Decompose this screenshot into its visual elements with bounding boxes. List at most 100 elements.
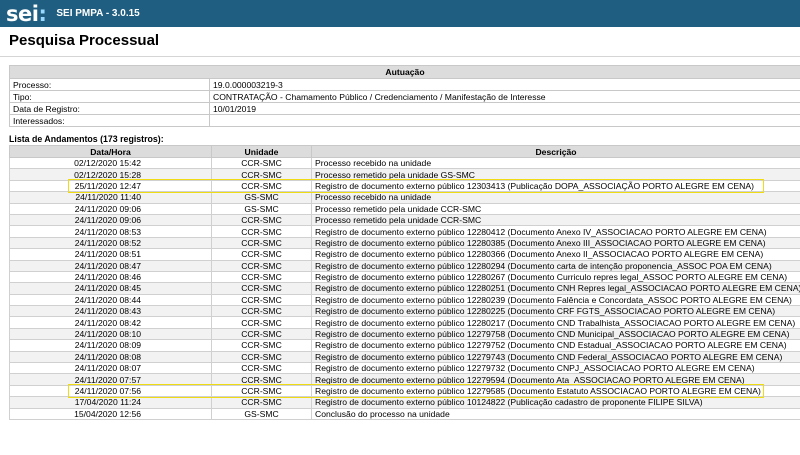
row-description[interactable]: Processo recebido na unidade	[311, 156, 800, 170]
page-title: Pesquisa Processual	[9, 32, 160, 49]
row-unit: CCR-SMC	[211, 293, 312, 307]
row-description[interactable]: Processo remetido pela unidade CCR-SMC	[311, 202, 800, 215]
row-datetime: 17/04/2020 11:24	[9, 396, 212, 409]
system-version: SEI PMPA - 3.0.15	[56, 8, 140, 19]
row-datetime: 24/11/2020 08:51	[9, 248, 212, 261]
column-header-datetime[interactable]: Data/Hora	[9, 145, 212, 158]
autuacao-value: CONTRATAÇÃO - Chamamento Público / Crede…	[209, 90, 800, 103]
row-unit: CCR-SMC	[211, 179, 312, 193]
row-description[interactable]: Conclusão do processo na unidade	[311, 407, 800, 421]
row-description[interactable]: Registro de documento externo público 12…	[311, 282, 800, 295]
row-description[interactable]: Registro de documento externo público 12…	[311, 179, 800, 193]
row-description[interactable]: Registro de documento externo público 12…	[311, 305, 800, 318]
row-unit: GS-SMC	[211, 202, 312, 215]
column-header-unit[interactable]: Unidade	[211, 145, 312, 158]
row-unit: CCR-SMC	[211, 236, 312, 250]
row-unit: CCR-SMC	[211, 270, 312, 284]
row-unit: CCR-SMC	[211, 316, 312, 329]
row-datetime: 25/11/2020 12:47	[9, 179, 212, 193]
row-description[interactable]: Registro de documento externo público 12…	[311, 339, 800, 352]
row-unit: CCR-SMC	[211, 350, 312, 364]
row-datetime: 24/11/2020 08:44	[9, 293, 212, 307]
row-unit: GS-SMC	[211, 407, 312, 421]
row-unit: CCR-SMC	[211, 213, 312, 227]
row-description[interactable]: Registro de documento externo público 12…	[311, 259, 800, 272]
top-bar: sei: SEI PMPA - 3.0.15	[0, 0, 800, 27]
row-datetime: 24/11/2020 08:43	[9, 305, 212, 318]
table-row: 24/11/2020 08:47 CCR-SMC Registro de docum…	[9, 259, 800, 272]
row-datetime: 24/11/2020 08:08	[9, 350, 212, 364]
row-datetime: 24/11/2020 09:06	[9, 213, 212, 227]
row-unit: CCR-SMC	[211, 396, 312, 409]
row-datetime: 24/11/2020 08:46	[9, 270, 212, 284]
table-row: 24/11/2020 08:45 CCR-SMC Registro de docum…	[9, 282, 800, 295]
row-description[interactable]: Processo remetido pela unidade GS-SMC	[311, 168, 800, 181]
table-row: 24/11/2020 08:42 CCR-SMC Registro de docum…	[9, 316, 800, 329]
row-unit: GS-SMC	[211, 191, 312, 204]
row-unit: CCR-SMC	[211, 305, 312, 318]
autuacao-label: Processo:	[9, 78, 210, 91]
row-datetime: 15/04/2020 12:56	[9, 407, 212, 421]
table-row: 24/11/2020 08:52 CCR-SMC Registro de docum…	[9, 236, 800, 250]
row-description[interactable]: Processo recebido na unidade	[311, 191, 800, 204]
autuacao-row: Tipo: CONTRATAÇÃO - Chamamento Público /…	[9, 90, 800, 103]
row-description[interactable]: Registro de documento externo público 12…	[311, 350, 800, 364]
row-datetime: 02/12/2020 15:42	[9, 156, 212, 170]
autuacao-value: 19.0.000003219-3	[209, 78, 800, 91]
row-datetime: 24/11/2020 07:56	[9, 384, 212, 398]
table-row: 24/11/2020 08:07 CCR-SMC Registro de docum…	[9, 362, 800, 375]
table-row: 24/11/2020 09:06 GS-SMC Processo remetido …	[9, 202, 800, 215]
table-row: 24/11/2020 09:06 CCR-SMC Processo remetido…	[9, 213, 800, 227]
row-unit: CCR-SMC	[211, 225, 312, 238]
table-row: 24/11/2020 08:10 CCR-SMC Registro de docum…	[9, 327, 800, 341]
autuacao-label: Data de Registro:	[9, 102, 210, 115]
autuacao-label: Interessados:	[9, 114, 210, 127]
row-datetime: 24/11/2020 08:09	[9, 339, 212, 352]
row-datetime: 24/11/2020 08:53	[9, 225, 212, 238]
autuacao-row: Data de Registro: 10/01/2019	[9, 102, 800, 115]
autuacao-row: Interessados:	[9, 114, 800, 127]
row-datetime: 24/11/2020 07:57	[9, 373, 212, 386]
row-description[interactable]: Registro de documento externo público 12…	[311, 248, 800, 261]
autuacao-value: 10/01/2019	[209, 102, 800, 115]
row-description[interactable]: Registro de documento externo público 12…	[311, 362, 800, 375]
row-datetime: 24/11/2020 08:42	[9, 316, 212, 329]
table-row: 17/04/2020 11:24 CCR-SMC Registro de docum…	[9, 396, 800, 409]
row-description[interactable]: Registro de documento externo público 12…	[311, 316, 800, 329]
row-datetime: 24/11/2020 08:07	[9, 362, 212, 375]
table-row: 24/11/2020 08:53 CCR-SMC Registro de docum…	[9, 225, 800, 238]
row-unit: CCR-SMC	[211, 327, 312, 341]
row-unit: CCR-SMC	[211, 373, 312, 386]
table-row: 24/11/2020 11:40 GS-SMC Processo recebido …	[9, 191, 800, 204]
row-datetime: 24/11/2020 09:06	[9, 202, 212, 215]
logo-colon: :	[38, 1, 47, 26]
table-row: 24/11/2020 08:44 CCR-SMC Registro de docum…	[9, 293, 800, 307]
andamentos-table: Data/Hora Unidade Descrição 02/12/2020 1…	[9, 145, 800, 421]
row-datetime: 02/12/2020 15:28	[9, 168, 212, 181]
row-unit: CCR-SMC	[211, 282, 312, 295]
row-unit: CCR-SMC	[211, 339, 312, 352]
autuacao-row: Processo: 19.0.000003219-3	[9, 78, 800, 91]
row-description[interactable]: Registro de documento externo público 12…	[311, 293, 800, 307]
logo-text: sei	[6, 1, 39, 26]
row-unit: CCR-SMC	[211, 259, 312, 272]
row-description[interactable]: Registro de documento externo público 12…	[311, 373, 800, 386]
autuacao-table: Autuação Processo: 19.0.000003219-3 Tipo…	[9, 65, 800, 127]
sei-logo[interactable]: sei:	[6, 1, 47, 26]
row-datetime: 24/11/2020 08:52	[9, 236, 212, 250]
row-unit: CCR-SMC	[211, 156, 312, 170]
column-header-description[interactable]: Descrição	[311, 145, 800, 158]
table-row: 24/11/2020 08:43 CCR-SMC Registro de docum…	[9, 305, 800, 318]
row-description[interactable]: Registro de documento externo público 12…	[311, 384, 800, 398]
row-description[interactable]: Registro de documento externo público 12…	[311, 236, 800, 250]
autuacao-label: Tipo:	[9, 90, 210, 103]
row-description[interactable]: Registro de documento externo público 12…	[311, 270, 800, 284]
row-description[interactable]: Registro de documento externo público 12…	[311, 327, 800, 341]
row-description[interactable]: Processo remetido pela unidade CCR-SMC	[311, 213, 800, 227]
row-description[interactable]: Registro de documento externo público 12…	[311, 225, 800, 238]
row-datetime: 24/11/2020 08:47	[9, 259, 212, 272]
row-datetime: 24/11/2020 08:10	[9, 327, 212, 341]
table-row: 24/11/2020 07:57 CCR-SMC Registro de docum…	[9, 373, 800, 386]
table-row: 02/12/2020 15:28 CCR-SMC Processo remetido…	[9, 168, 800, 181]
row-description[interactable]: Registro de documento externo público 10…	[311, 396, 800, 409]
